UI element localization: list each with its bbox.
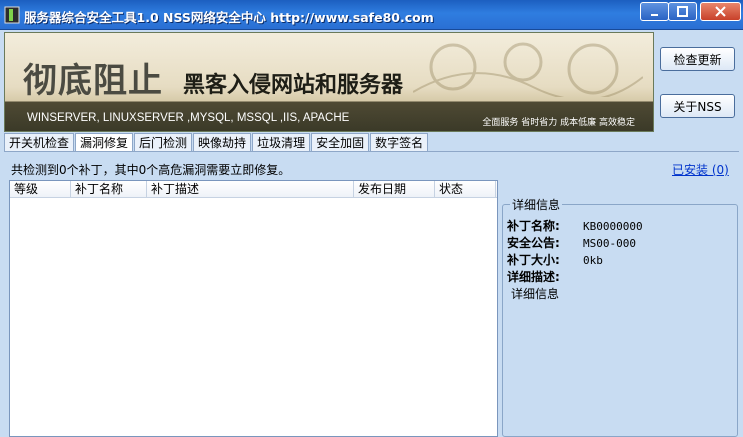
maximize-button[interactable] <box>668 2 697 21</box>
column-patch-name[interactable]: 补丁名称 <box>71 181 147 198</box>
size-label: 补丁大小: <box>507 253 560 267</box>
desc-label: 详细描述: <box>507 270 560 284</box>
size-value: 0kb <box>583 254 603 267</box>
patch-list-header: 等级 补丁名称 补丁描述 发布日期 状态 <box>10 181 497 198</box>
detail-patch-name: 补丁名称: KB0000000 <box>507 217 643 234</box>
tab-hardening[interactable]: 安全加固 <box>311 133 370 152</box>
tab-junk-clean[interactable]: 垃圾清理 <box>252 133 311 152</box>
scan-summary: 共检测到0个补丁，其中0个高危漏洞需要立即修复。 <box>11 163 291 177</box>
installed-link[interactable]: 已安装 (0) <box>672 161 729 178</box>
app-icon <box>4 6 20 24</box>
column-level[interactable]: 等级 <box>10 181 71 198</box>
tab-backdoor[interactable]: 后门检测 <box>134 133 193 152</box>
maximize-icon <box>677 6 688 17</box>
about-button[interactable]: 关于NSS <box>660 94 735 118</box>
tab-digital-signature[interactable]: 数字签名 <box>370 133 429 152</box>
title-bar: 服务器综合安全工具1.0 NSS网络安全中心 http://www.safe80… <box>0 0 743 30</box>
tab-image-hijack[interactable]: 映像劫持 <box>193 133 252 152</box>
main-frame: 彻底阻止 黑客入侵网站和服务器 WINSERVER, LINUXSERVER ,… <box>0 30 743 437</box>
detail-bulletin: 安全公告: MS00-000 <box>507 234 636 251</box>
window-title: 服务器综合安全工具1.0 NSS网络安全中心 http://www.safe80… <box>24 10 434 25</box>
column-release-date[interactable]: 发布日期 <box>354 181 435 198</box>
banner-slogan-big: 彻底阻止 <box>23 61 163 101</box>
tab-content: 共检测到0个补丁，其中0个高危漏洞需要立即修复。 已安装 (0) 等级 补丁名称… <box>4 152 739 437</box>
banner: 彻底阻止 黑客入侵网站和服务器 WINSERVER, LINUXSERVER ,… <box>4 32 654 132</box>
banner-platforms: WINSERVER, LINUXSERVER ,MYSQL, MSSQL ,II… <box>27 112 350 124</box>
close-button[interactable] <box>700 2 741 21</box>
close-icon <box>715 6 726 17</box>
tab-bar: 开关机检查 漏洞修复 后门检测 映像劫持 垃圾清理 安全加固 数字签名 <box>4 133 429 153</box>
detail-size: 补丁大小: 0kb <box>507 251 603 268</box>
bulletin-label: 安全公告: <box>507 236 560 250</box>
detail-description: 详细描述: <box>507 268 583 285</box>
check-update-button[interactable]: 检查更新 <box>660 47 735 71</box>
column-status[interactable]: 状态 <box>435 181 496 198</box>
tab-power-check[interactable]: 开关机检查 <box>4 133 75 152</box>
banner-pattern <box>413 42 643 97</box>
bulletin-value: MS00-000 <box>583 237 636 250</box>
banner-slogan-small: 黑客入侵网站和服务器 <box>183 73 404 98</box>
details-title: 详细信息 <box>510 196 563 213</box>
banner-tagline: 全面服务 省时省力 成本低廉 高效稳定 <box>482 118 635 128</box>
details-group: 详细信息 补丁名称: KB0000000 安全公告: MS00-000 补丁大小: 0… <box>502 196 739 437</box>
column-patch-desc[interactable]: 补丁描述 <box>147 181 354 198</box>
minimize-icon <box>650 13 658 16</box>
minimize-button[interactable] <box>640 2 669 21</box>
patch-name-label: 补丁名称: <box>507 219 560 233</box>
tab-vuln-fix[interactable]: 漏洞修复 <box>75 133 134 153</box>
patch-name-value: KB0000000 <box>583 220 643 233</box>
desc-value: 详细信息 <box>511 287 560 301</box>
patch-list[interactable]: 等级 补丁名称 补丁描述 发布日期 状态 <box>9 180 498 437</box>
